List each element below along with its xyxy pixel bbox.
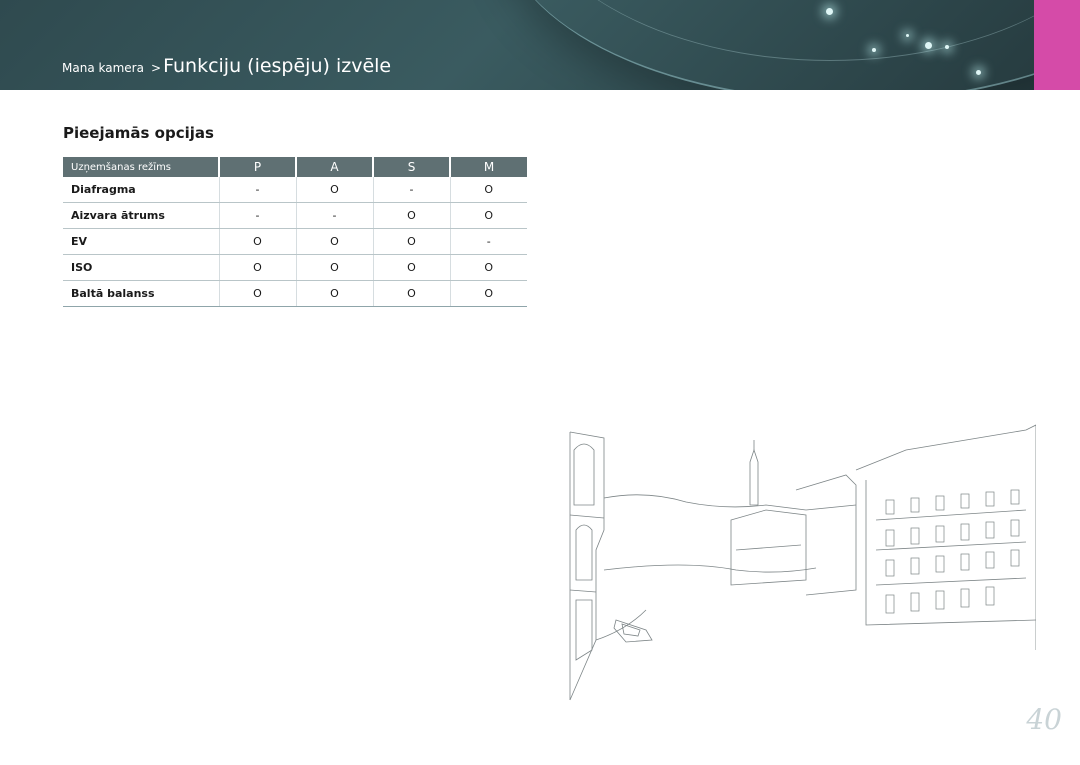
breadcrumb-current: Funkciju (iespēju) izvēle bbox=[163, 55, 392, 77]
options-table: Uzņemšanas režīms P A S M Diafragma - O … bbox=[63, 157, 527, 307]
section-title: Pieejamās opcijas bbox=[63, 124, 214, 142]
sparkle-icon bbox=[826, 8, 833, 15]
table-cell: - bbox=[373, 177, 451, 203]
table-cell: O bbox=[373, 254, 451, 281]
column-header-s: S bbox=[373, 157, 451, 177]
table-row: Diafragma - O - O bbox=[63, 177, 527, 203]
table-cell: O bbox=[296, 254, 374, 281]
row-label: Baltā balanss bbox=[63, 280, 220, 307]
page-header: Mana kamera > Funkciju (iespēju) izvēle bbox=[0, 0, 1080, 90]
row-label: ISO bbox=[63, 254, 220, 281]
table-cell: O bbox=[373, 228, 451, 255]
chapter-tab[interactable] bbox=[1034, 0, 1080, 90]
table-cell: O bbox=[373, 280, 451, 307]
table-row: ISO O O O O bbox=[63, 254, 527, 281]
row-label: EV bbox=[63, 228, 220, 255]
table-cell: O bbox=[219, 280, 297, 307]
table-cell: O bbox=[219, 228, 297, 255]
table-cell: O bbox=[373, 202, 451, 229]
table-row: EV O O O - bbox=[63, 228, 527, 255]
sparkle-icon bbox=[925, 42, 932, 49]
table-cell: O bbox=[450, 254, 527, 281]
sparkle-icon bbox=[945, 45, 949, 49]
table-row: Aizvara ātrums - - O O bbox=[63, 202, 527, 229]
table-cell: O bbox=[296, 280, 374, 307]
column-header-a: A bbox=[296, 157, 374, 177]
table-cell: O bbox=[296, 228, 374, 255]
table-cell: - bbox=[296, 202, 374, 229]
column-header-mode: Uzņemšanas režīms bbox=[63, 157, 220, 177]
table-cell: - bbox=[219, 202, 297, 229]
column-header-p: P bbox=[219, 157, 297, 177]
table-header-row: Uzņemšanas režīms P A S M bbox=[63, 157, 527, 177]
table-cell: - bbox=[219, 177, 297, 203]
row-label: Aizvara ātrums bbox=[63, 202, 220, 229]
breadcrumb-separator: > bbox=[151, 61, 162, 75]
table-cell: O bbox=[450, 202, 527, 229]
table-cell: O bbox=[450, 177, 527, 203]
table-row: Baltā balanss O O O O bbox=[63, 280, 527, 307]
sparkle-icon bbox=[906, 34, 909, 37]
breadcrumb: Mana kamera > Funkciju (iespēju) izvēle bbox=[62, 55, 391, 77]
page-number: 40 bbox=[1026, 703, 1062, 736]
table-cell: O bbox=[219, 254, 297, 281]
city-canal-sketch-icon bbox=[569, 424, 1036, 701]
table-cell: - bbox=[450, 228, 527, 255]
sparkle-icon bbox=[872, 48, 876, 52]
table-cell: O bbox=[296, 177, 374, 203]
table-cell: O bbox=[450, 280, 527, 307]
row-label: Diafragma bbox=[63, 177, 220, 203]
column-header-m: M bbox=[450, 157, 527, 177]
breadcrumb-parent[interactable]: Mana kamera bbox=[62, 61, 144, 75]
sparkle-icon bbox=[976, 70, 981, 75]
